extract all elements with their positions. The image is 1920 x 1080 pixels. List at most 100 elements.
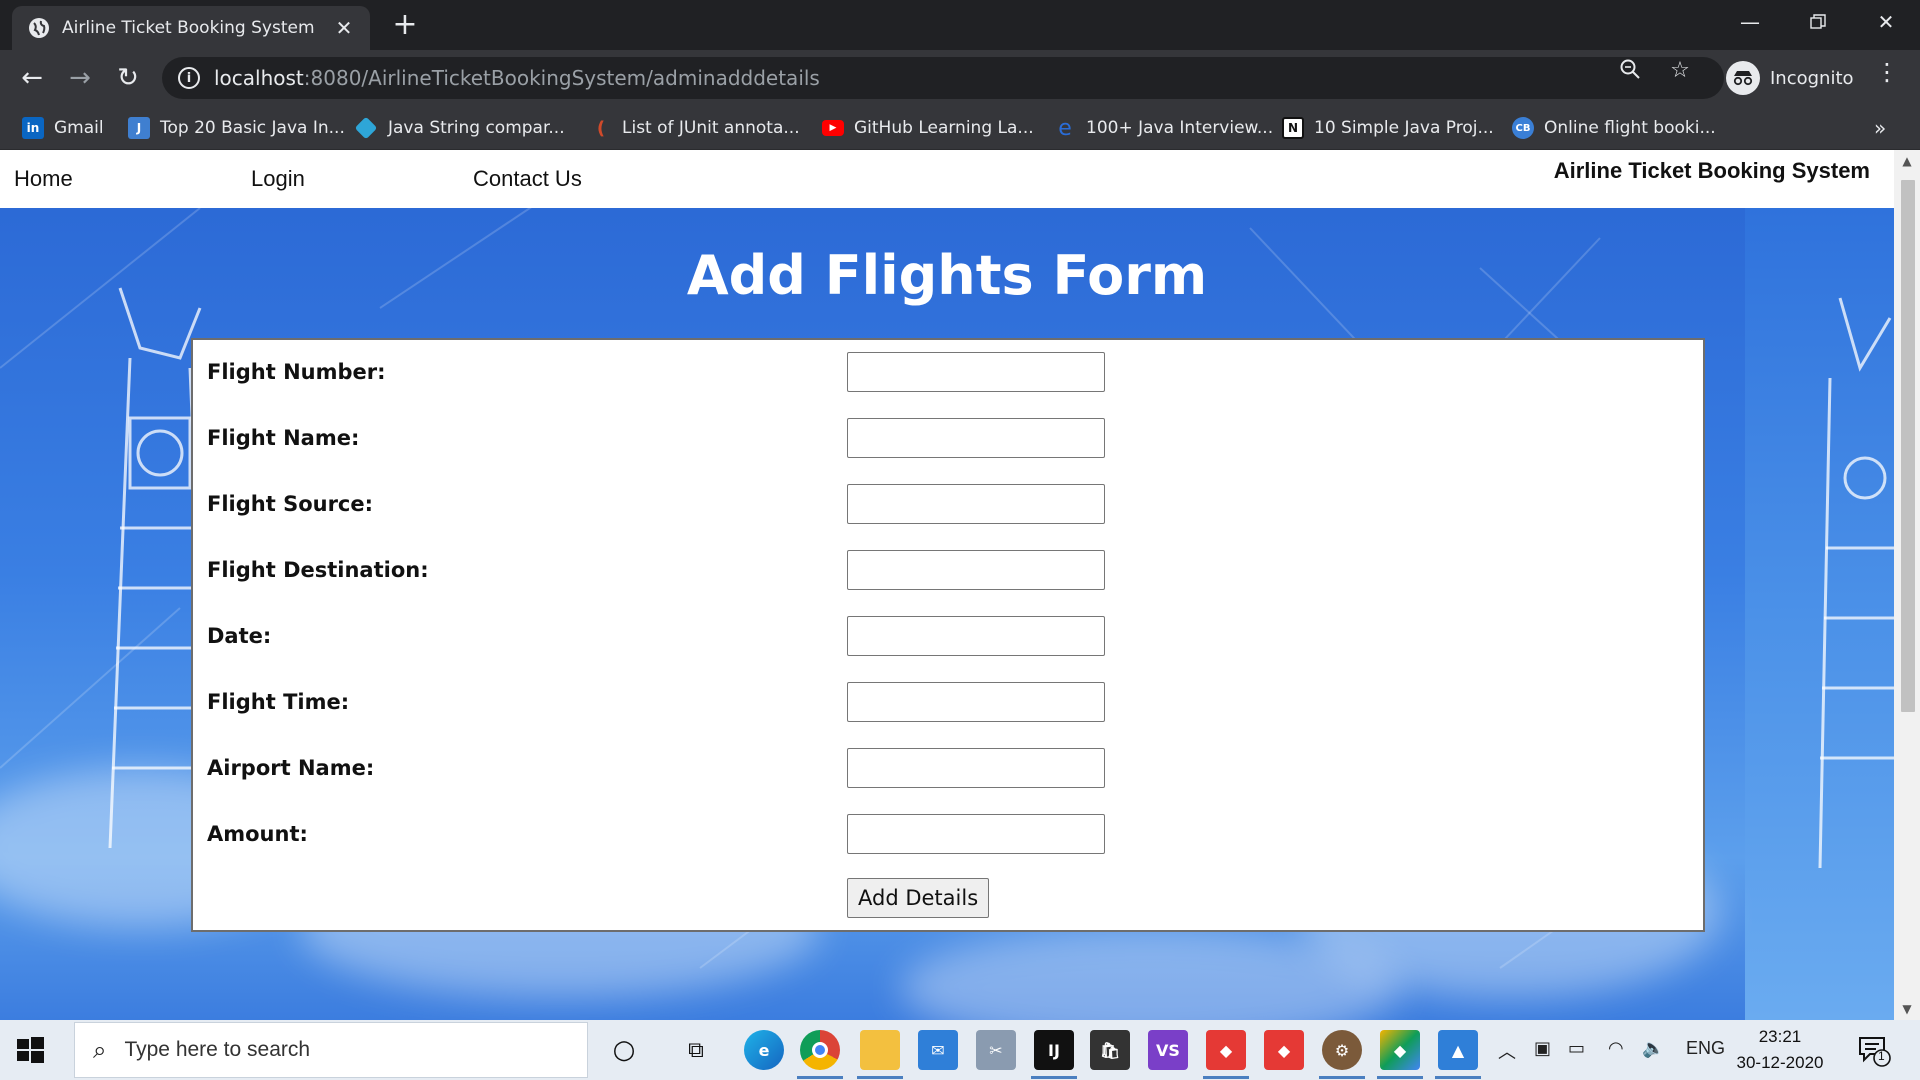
taskbar-clock[interactable]: 23:21 30-12-2020 — [1730, 1024, 1830, 1076]
store-icon[interactable]: 🛍 — [1090, 1030, 1130, 1070]
add-details-button[interactable]: Add Details — [847, 878, 990, 918]
windows-start-icon[interactable] — [14, 1034, 46, 1066]
bookmark-item[interactable]: e 100+ Java Interview... — [1054, 114, 1273, 142]
minimize-icon[interactable]: — — [1716, 0, 1784, 44]
wifi-icon[interactable]: ◠ — [1608, 1038, 1624, 1059]
youtube-icon: ▶ — [822, 120, 844, 136]
more-bookmarks-icon[interactable]: » — [1874, 116, 1886, 140]
close-window-icon[interactable]: ✕ — [1852, 0, 1920, 44]
form-row-flight-destination: Flight Destination: — [193, 538, 1703, 604]
form-row-date: Date: — [193, 604, 1703, 670]
flight-time-label: Flight Time: — [207, 690, 350, 714]
incognito-label: Incognito — [1770, 67, 1854, 89]
bookmark-item[interactable]: Java String compar... — [354, 114, 565, 142]
address-bar[interactable]: i localhost:8080/AirlineTicketBookingSys… — [162, 57, 1724, 99]
bookmark-label: Java String compar... — [388, 118, 565, 138]
cortana-icon[interactable]: ○ — [604, 1030, 644, 1070]
tools-icon[interactable]: ✂ — [976, 1030, 1016, 1070]
device-icon[interactable]: ▣ — [1534, 1038, 1551, 1059]
close-tab-icon[interactable]: ✕ — [332, 16, 356, 40]
form-row-flight-source: Flight Source: — [193, 472, 1703, 538]
nav-contact-link[interactable]: Contact Us — [473, 166, 582, 192]
date-label: Date: — [207, 624, 272, 648]
flight-number-input[interactable] — [847, 352, 1105, 392]
url-host: localhost — [214, 66, 304, 90]
bookmark-label: Top 20 Basic Java In... — [160, 118, 345, 138]
scroll-up-icon[interactable]: ▲ — [1894, 154, 1920, 168]
flight-source-label: Flight Source: — [207, 492, 374, 516]
amount-input[interactable] — [847, 814, 1105, 854]
date-input[interactable] — [847, 616, 1105, 656]
browser-tab-bar: Airline Ticket Booking System ✕ + — ✕ — [0, 0, 1920, 50]
clock-date: 30-12-2020 — [1736, 1053, 1824, 1072]
mail-icon[interactable]: ✉ — [918, 1030, 958, 1070]
file-explorer-icon[interactable] — [860, 1030, 900, 1070]
bookmark-item[interactable]: ( List of JUnit annota... — [590, 114, 800, 142]
airport-name-label: Airport Name: — [207, 756, 375, 780]
globe-icon — [28, 17, 50, 39]
volume-icon[interactable]: 🔈 — [1642, 1038, 1664, 1059]
incognito-profile-button[interactable]: Incognito — [1722, 57, 1870, 99]
bookmark-item[interactable]: N 10 Simple Java Proj... — [1282, 114, 1494, 142]
browser-tab[interactable]: Airline Ticket Booking System ✕ — [12, 6, 370, 50]
bookmark-item[interactable]: in Gmail — [22, 114, 104, 142]
scroll-down-icon[interactable]: ▼ — [1894, 1002, 1920, 1016]
bookmark-item[interactable]: J Top 20 Basic Java In... — [128, 114, 345, 142]
restore-icon[interactable] — [1784, 0, 1852, 44]
site-info-icon[interactable]: i — [178, 67, 200, 89]
flight-name-label: Flight Name: — [207, 426, 360, 450]
form-row-flight-name: Flight Name: — [193, 406, 1703, 472]
url-path: :8080/AirlineTicketBookingSystem/adminad… — [303, 66, 820, 90]
reload-icon[interactable]: ↻ — [110, 60, 146, 96]
photos-icon[interactable]: ▲ — [1438, 1030, 1478, 1070]
flight-destination-input[interactable] — [847, 550, 1105, 590]
page-scrollbar[interactable]: ▲ ▼ — [1894, 150, 1920, 1020]
zoom-icon[interactable] — [1616, 58, 1644, 86]
language-indicator[interactable]: ENG — [1686, 1038, 1725, 1059]
visual-studio-icon[interactable]: VS — [1148, 1030, 1188, 1070]
intellij-icon[interactable]: IJ — [1034, 1030, 1074, 1070]
site-nav: Home Login Contact Us Airline Ticket Boo… — [0, 150, 1894, 208]
flight-number-label: Flight Number: — [207, 360, 386, 384]
battery-icon[interactable]: ▭ — [1568, 1038, 1585, 1059]
page-viewport: Home Login Contact Us Airline Ticket Boo… — [0, 150, 1920, 1020]
diamond-icon — [354, 116, 378, 140]
colorful-app-icon[interactable]: ◆ — [1380, 1030, 1420, 1070]
new-tab-icon[interactable]: + — [390, 10, 420, 40]
back-icon[interactable]: ← — [14, 60, 50, 96]
forward-icon[interactable]: → — [62, 60, 98, 96]
tab-title: Airline Ticket Booking System — [62, 18, 315, 38]
n-icon: N — [1282, 117, 1304, 139]
flight-time-input[interactable] — [847, 682, 1105, 722]
bookmark-star-icon[interactable]: ☆ — [1666, 58, 1694, 83]
airport-name-input[interactable] — [847, 748, 1105, 788]
site-brand: Airline Ticket Booking System — [1553, 158, 1870, 183]
bookmark-item[interactable]: ▶ GitHub Learning La... — [822, 114, 1034, 142]
page-title: Add Flights Form — [686, 244, 1208, 307]
form-row-airport-name: Airport Name: — [193, 736, 1703, 802]
git-app-icon[interactable]: ◆ — [1206, 1030, 1246, 1070]
flight-source-input[interactable] — [847, 484, 1105, 524]
task-view-icon[interactable]: ⧉ — [676, 1030, 716, 1070]
bookmark-label: GitHub Learning La... — [854, 118, 1034, 138]
browser-toolbar: ← → ↻ i localhost:8080/AirlineTicketBook… — [0, 50, 1920, 106]
git-app-icon[interactable]: ◆ — [1264, 1030, 1304, 1070]
nav-home-link[interactable]: Home — [14, 166, 73, 192]
chrome-menu-icon[interactable]: ⋮ — [1872, 58, 1902, 86]
taskbar-search-box[interactable]: ⌕ Type here to search — [74, 1022, 588, 1078]
app-badge-icon[interactable]: ⚙ — [1322, 1030, 1362, 1070]
notification-center-icon[interactable]: 1 — [1856, 1034, 1892, 1068]
form-row-amount: Amount: — [193, 802, 1703, 868]
edge-icon[interactable]: e — [744, 1030, 784, 1070]
chevron-up-icon[interactable]: ︿ — [1498, 1038, 1516, 1064]
windows-taskbar: ⌕ Type here to search ○ ⧉ e ✉ ✂ IJ 🛍 VS … — [0, 1020, 1920, 1080]
flight-name-input[interactable] — [847, 418, 1105, 458]
bookmarks-bar: in Gmail J Top 20 Basic Java In... Java … — [0, 106, 1920, 150]
java-site-icon: J — [128, 117, 150, 139]
chrome-icon[interactable] — [800, 1030, 840, 1070]
nav-login-link[interactable]: Login — [251, 166, 305, 192]
amount-label: Amount: — [207, 822, 308, 846]
bookmark-item[interactable]: CB Online flight booki... — [1512, 114, 1716, 142]
scrollbar-thumb[interactable] — [1901, 180, 1915, 712]
feather-icon: ( — [596, 117, 606, 139]
